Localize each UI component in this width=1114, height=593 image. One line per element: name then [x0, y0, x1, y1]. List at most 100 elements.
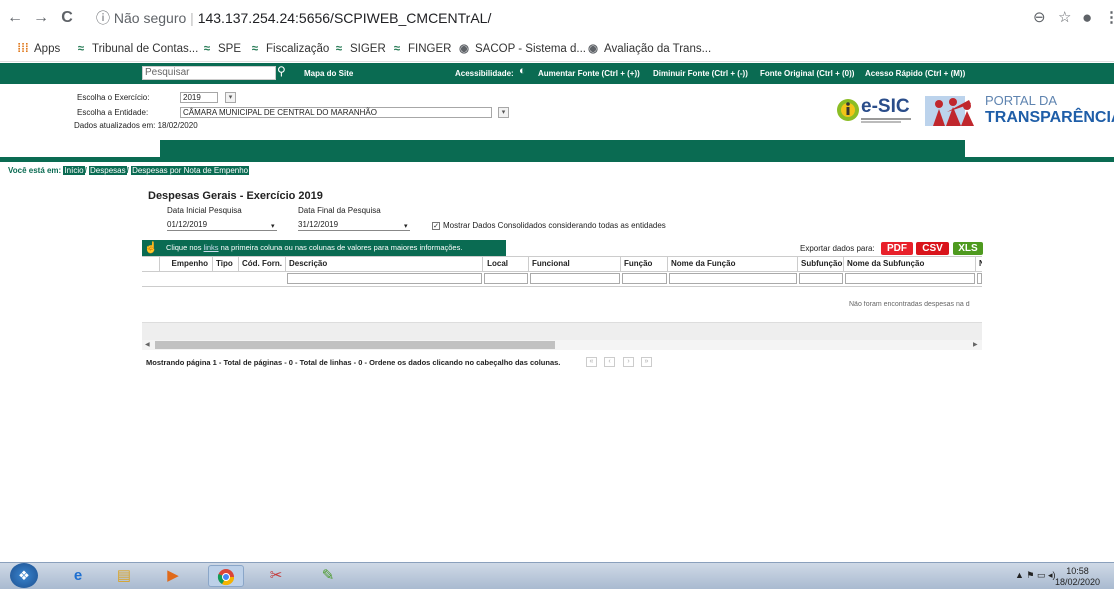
chevron-down-icon[interactable]: ▾ [404, 222, 408, 230]
portal-transparencia-logo[interactable]: PORTAL DA TRANSPARÊNCIA [925, 94, 1114, 128]
filter-local[interactable] [484, 273, 528, 284]
column-subfuncao[interactable]: Subfunção [798, 256, 844, 271]
bookmark-siger[interactable]: ≈ SIGER [332, 41, 386, 57]
decrease-font-link[interactable]: Diminuir Fonte (Ctrl + (-)) [653, 68, 748, 80]
chevron-down-icon[interactable]: ▾ [498, 107, 509, 118]
bookmark-tribunal[interactable]: ≈ Tribunal de Contas... [74, 41, 198, 57]
hand-pointer-icon: ☝ [144, 242, 158, 254]
clock[interactable]: 10:58 18/02/2020 [1055, 566, 1100, 588]
filter-subfuncao[interactable] [799, 273, 843, 284]
menu-acesso-informacao[interactable]: Acesso à Informação [879, 3, 959, 14]
chevron-down-icon[interactable]: ▾ [271, 222, 275, 230]
menu-planejamento[interactable]: Planejamento Orçamentário [332, 3, 438, 14]
menu-receitas[interactable]: Receitas [196, 3, 229, 14]
esic-logo[interactable]: e-SIC [835, 95, 915, 125]
scrollbar-thumb[interactable] [155, 341, 555, 349]
column-empenho[interactable]: Empenho [160, 256, 213, 271]
system-tray[interactable]: ▲ ⚑ ▭ ◂) [1015, 570, 1056, 581]
zoom-icon[interactable]: ⊖ [1033, 9, 1046, 27]
year-label: Escolha o Exercício: [77, 93, 150, 102]
consolidated-checkbox[interactable]: ✓ [432, 222, 440, 230]
sitemap-link[interactable]: Mapa do Site [304, 68, 353, 80]
export-csv-button[interactable]: CSV [916, 242, 949, 255]
chevron-down-icon[interactable]: ▾ [225, 92, 236, 103]
filter-nome-subfuncao[interactable] [845, 273, 975, 284]
search-icon[interactable]: ⚲ [277, 64, 286, 78]
portal-line1: PORTAL DA [985, 93, 1058, 108]
menu-prestacao[interactable]: Prestação de Contas [549, 3, 628, 14]
menu-transferencias[interactable]: Transferências [704, 3, 760, 14]
scroll-left-icon[interactable]: ◀ [145, 340, 150, 350]
start-button[interactable]: ❖ [10, 563, 38, 588]
menu-inicio[interactable]: Início [165, 3, 186, 14]
column-next[interactable]: N [976, 256, 982, 271]
search-input[interactable]: Pesquisar [142, 66, 276, 80]
menu-patrimonio[interactable]: Patrimônio [823, 3, 865, 14]
bookmark-apps[interactable]: ⁞⁞⁞ Apps [16, 41, 60, 57]
filter-nome-funcao[interactable] [669, 273, 797, 284]
forward-button[interactable]: → [32, 9, 50, 27]
globe-icon: ◉ [587, 43, 599, 55]
file-explorer-icon[interactable]: ▤ [106, 565, 142, 587]
increase-font-link[interactable]: Aumentar Fonte (Ctrl + (+)) [538, 68, 640, 80]
reload-button[interactable]: C [58, 9, 76, 27]
breadcrumb: Você está em: Início/ Despesas/ Despesas… [8, 166, 250, 175]
main-menu [160, 140, 965, 157]
bookmark-star-icon[interactable]: ☆ [1058, 9, 1071, 27]
table-header-select [142, 256, 160, 271]
back-button[interactable]: ← [6, 9, 24, 27]
entity-select[interactable]: CÂMARA MUNICIPAL DE CENTRAL DO MARANHÃO [180, 107, 492, 118]
quick-access-link[interactable]: Acesso Rápido (Ctrl + (M)) [865, 68, 965, 80]
app-icon[interactable]: ✎ [310, 565, 346, 587]
start-date-input[interactable]: 01/12/2019 [167, 220, 277, 231]
profile-icon[interactable]: ● [1082, 9, 1092, 27]
media-player-icon[interactable]: ▶ [155, 565, 191, 587]
filter-descricao[interactable] [287, 273, 482, 284]
chrome-icon[interactable] [208, 565, 244, 587]
info-links-link[interactable]: links [204, 243, 219, 252]
breadcrumb-despesas[interactable]: Despesas [89, 166, 127, 175]
column-funcional[interactable]: Funcional [529, 256, 621, 271]
last-page-button[interactable]: » [641, 357, 652, 367]
menu-terceiro-setor[interactable]: Terceiro Setor [624, 3, 678, 14]
column-funcao[interactable]: Função [621, 256, 668, 271]
column-cod-forn[interactable]: Cód. Forn. [239, 256, 286, 271]
column-nome-funcao[interactable]: Nome da Função [668, 256, 798, 271]
column-nome-subfuncao[interactable]: Nome da Subfunção [844, 256, 976, 271]
bookmark-spe[interactable]: ≈ SPE [200, 41, 241, 57]
bookmark-avaliacao[interactable]: ◉ Avaliação da Trans... [586, 41, 711, 57]
menu-icon[interactable]: ⋮ [1104, 9, 1114, 27]
filter-funcional[interactable] [530, 273, 620, 284]
tce-icon: ≈ [77, 43, 85, 55]
breadcrumb-inicio[interactable]: Início [63, 166, 85, 175]
menu-convenios[interactable]: Convênios [772, 3, 813, 14]
column-descricao[interactable]: Descrição [286, 256, 483, 271]
bookmark-finger[interactable]: ≈ FINGER [390, 41, 452, 57]
export-pdf-button[interactable]: PDF [881, 242, 913, 255]
column-local[interactable]: Local [483, 256, 529, 271]
export-xls-button[interactable]: XLS [953, 242, 983, 255]
export-label: Exportar dados para: [800, 244, 875, 253]
menu-licitacoes[interactable]: Licitações e Contratos [451, 3, 537, 14]
menu-despesas[interactable]: Despesas [240, 3, 277, 14]
contrast-icon[interactable]: ◐ [519, 65, 526, 77]
column-tipo[interactable]: Tipo [213, 256, 239, 271]
year-select[interactable]: 2019 [180, 92, 218, 103]
bookmark-sacop[interactable]: ◉ SACOP - Sistema d... [457, 41, 586, 57]
updated-date: Dados atualizados em: 18/02/2020 [74, 121, 198, 130]
filter-next[interactable] [977, 273, 982, 284]
snipping-tool-icon[interactable]: ✂ [258, 565, 294, 587]
prev-page-button[interactable]: ‹ [604, 357, 615, 367]
scroll-right-icon[interactable]: ▶ [973, 340, 978, 350]
breadcrumb-current[interactable]: Despesas por Nota de Empenho [131, 166, 250, 175]
original-font-link[interactable]: Fonte Original (Ctrl + (0)) [760, 68, 854, 80]
internet-explorer-icon[interactable]: e [60, 565, 96, 587]
accessibility-label: Acessibilidade: [455, 69, 514, 78]
bookmark-fiscalizacao[interactable]: ≈ Fiscalização [248, 41, 329, 57]
next-page-button[interactable]: › [623, 357, 634, 367]
filter-funcao[interactable] [622, 273, 667, 284]
end-date-input[interactable]: 31/12/2019 [298, 220, 410, 231]
menu-pessoal[interactable]: Pessoal [289, 3, 319, 14]
end-date-label: Data Final da Pesquisa [298, 206, 381, 215]
first-page-button[interactable]: « [586, 357, 597, 367]
